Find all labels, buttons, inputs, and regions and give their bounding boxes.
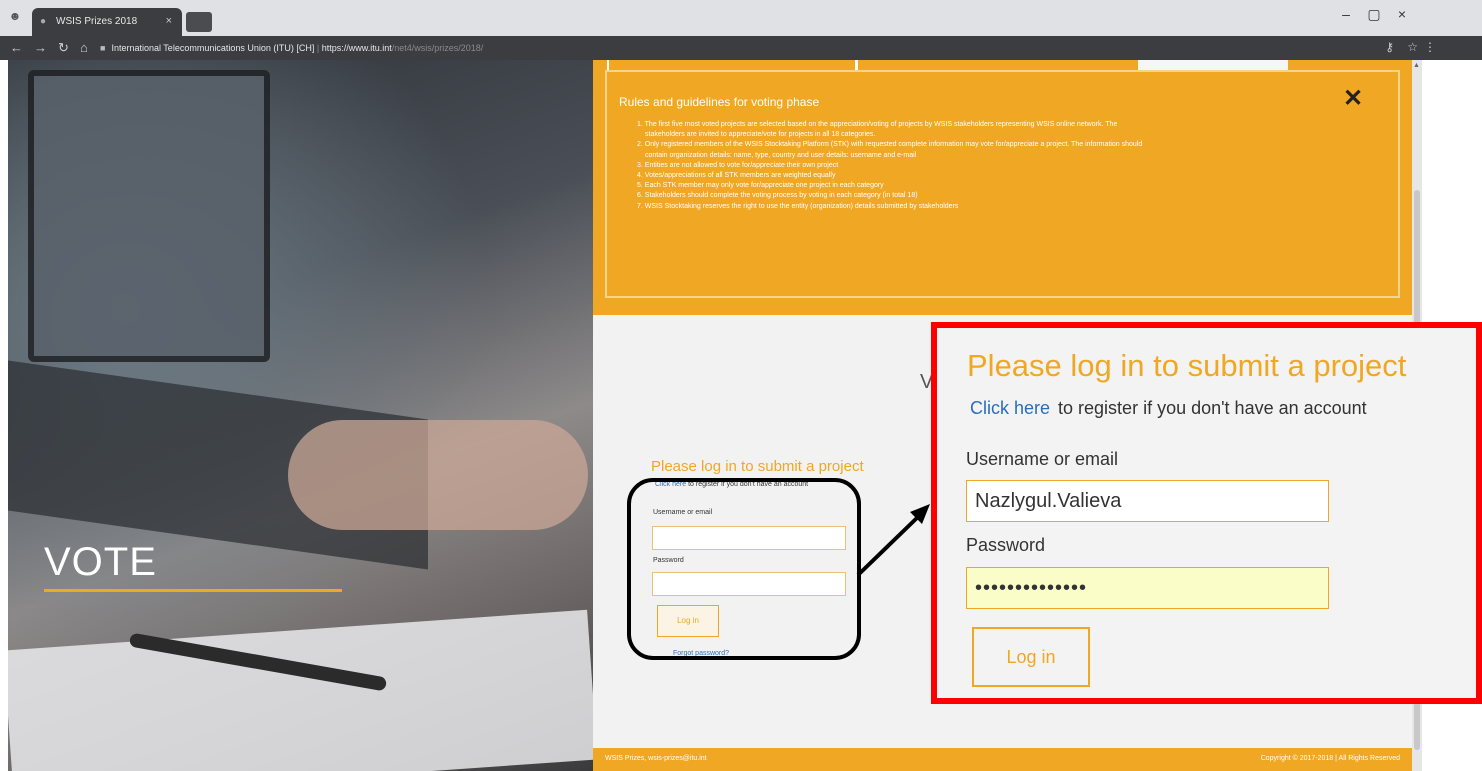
rule-item: 5. Each STK member may only vote for/app… <box>637 182 884 190</box>
rule-item: 3. Entities are not allowed to vote for/… <box>637 161 839 169</box>
rule-item: 1. The first five most voted projects ar… <box>637 121 1118 128</box>
zoom-register-link[interactable]: Click here <box>970 398 1050 418</box>
zoom-password-label: Password <box>966 535 1046 555</box>
login-title: Please log in to submit a project <box>651 458 864 475</box>
rule-item: 2. Only registered members of the WSIS S… <box>637 141 1143 149</box>
footer-copyright: Copyright © 2017-2018 | All Rights Reser… <box>1260 755 1400 762</box>
close-window-button[interactable]: × <box>1392 6 1412 22</box>
close-icon[interactable]: ✕ <box>1343 84 1363 113</box>
menu-icon[interactable]: ⋮ <box>1424 40 1436 54</box>
zoom-password-input[interactable]: •••••••••••••• <box>966 567 1329 609</box>
laptop-screen-graphic <box>28 70 270 362</box>
footer-contact: WSIS Prizes, wsis-prizes@itu.int <box>605 755 707 762</box>
reload-icon[interactable]: ↻ <box>58 40 69 56</box>
footer: WSIS Prizes, wsis-prizes@itu.int Copyrig… <box>593 748 1412 771</box>
zoom-username-input[interactable]: Nazlygul.Valieva <box>966 480 1329 522</box>
rule-item: 4. Votes/appreciations of all STK member… <box>637 172 836 180</box>
back-icon[interactable]: ← <box>10 40 23 55</box>
star-icon[interactable]: ☆ <box>1407 40 1418 54</box>
forward-icon[interactable]: → <box>34 40 47 55</box>
rule-item: 7. WSIS Stocktaking reserves the right t… <box>637 202 959 210</box>
category-tabs <box>607 60 1141 70</box>
site-identity: International Telecommunications Union (… <box>111 43 315 53</box>
hero-underline <box>44 589 342 592</box>
hand-graphic <box>288 420 588 530</box>
url-path: /net4/wsis/prizes/2018/ <box>391 43 484 53</box>
browser-tab[interactable]: ● WSIS Prizes 2018 × <box>32 8 182 36</box>
browser-tab-bar: ☻ ● WSIS Prizes 2018 × – ▢ × <box>0 0 1482 36</box>
new-tab-button[interactable] <box>186 12 212 32</box>
zoom-login-button[interactable]: Log in <box>972 627 1090 687</box>
home-icon[interactable]: ⌂ <box>80 40 88 55</box>
key-icon[interactable]: ⚷ <box>1385 40 1394 54</box>
maximize-button[interactable]: ▢ <box>1364 6 1384 23</box>
rule-item: contain organization details: name, type… <box>645 151 917 159</box>
tab-active[interactable] <box>1138 60 1288 70</box>
hero-title: VOTE <box>44 540 157 584</box>
zoom-username-label: Username or email <box>966 449 1119 469</box>
app-icon: ☻ <box>8 9 22 23</box>
annotation-oval <box>627 478 861 660</box>
tab-divider <box>855 60 858 70</box>
zoom-callout: Please log in to submit a project Click … <box>931 322 1482 704</box>
paper-graphic <box>8 609 593 771</box>
url-field[interactable]: ■ International Telecommunications Union … <box>100 39 1410 57</box>
zoom-register-prompt: Click here to register if you don't have … <box>970 398 1367 419</box>
rules-list: 1. The first five most voted projects ar… <box>637 120 1377 212</box>
address-bar: ← → ↻ ⌂ ■ International Telecommunication… <box>0 36 1482 60</box>
zoom-register-text: to register if you don't have an account <box>1058 398 1367 418</box>
hero-image: VOTE <box>8 60 593 771</box>
minimize-button[interactable]: – <box>1336 6 1356 22</box>
url-host: https://www.itu.int <box>321 43 392 53</box>
scroll-up-icon[interactable]: ▲ <box>1413 62 1420 69</box>
rules-title: Rules and guidelines for voting phase <box>619 95 820 109</box>
lock-icon: ■ <box>100 43 106 53</box>
favicon-icon: ● <box>40 16 47 27</box>
rule-item: 6. Stakeholders should complete the voti… <box>637 192 918 200</box>
zoom-login-title: Please log in to submit a project <box>967 348 1407 383</box>
rule-item: stakeholders are invited to appreciate/v… <box>645 131 876 139</box>
tab-title: WSIS Prizes 2018 <box>56 16 138 27</box>
tab-close-icon[interactable]: × <box>166 15 172 27</box>
rules-panel: Rules and guidelines for voting phase ✕ … <box>593 60 1412 315</box>
